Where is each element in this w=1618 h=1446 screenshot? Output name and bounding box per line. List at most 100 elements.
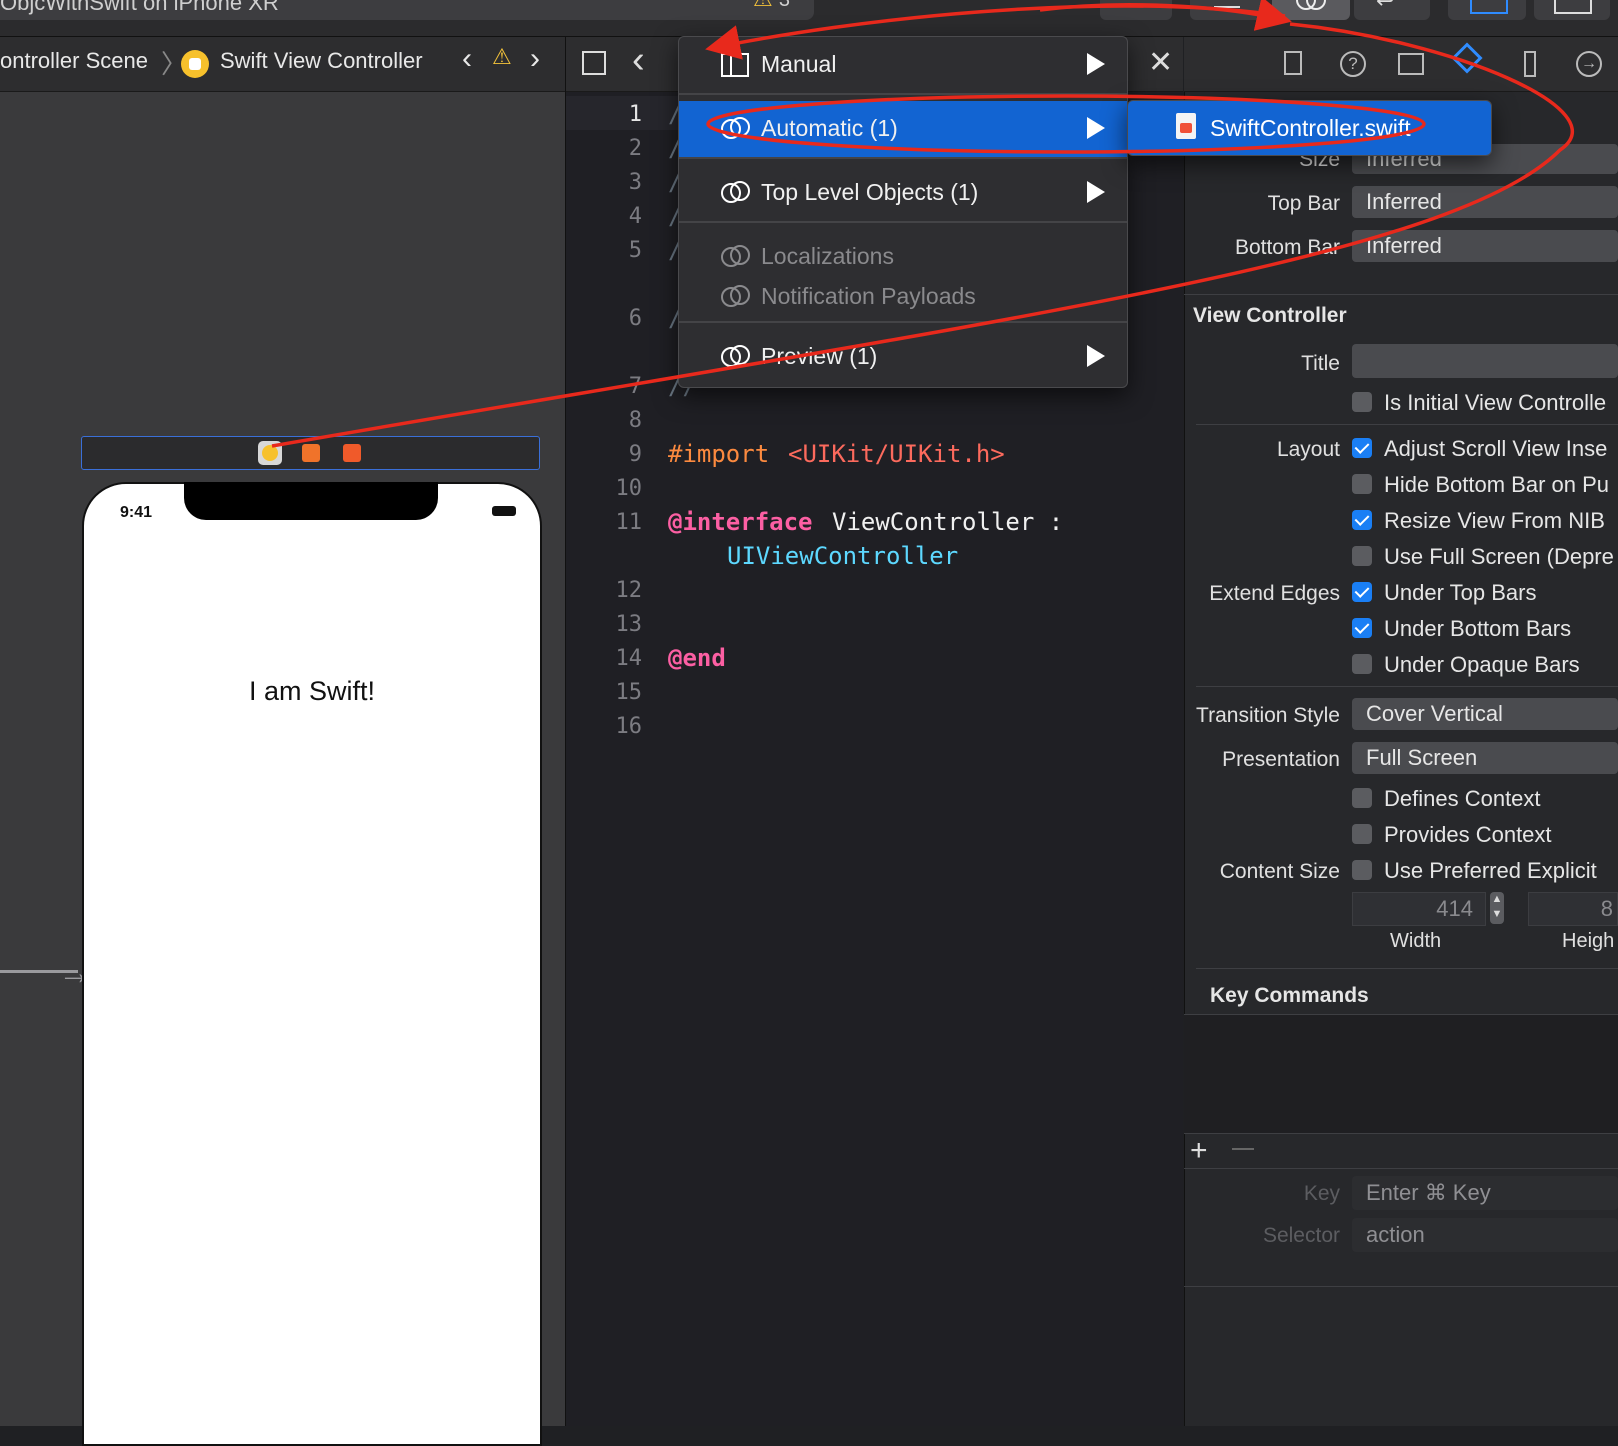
lines-icon — [1214, 6, 1240, 8]
breadcrumb-controller[interactable]: Swift View Controller — [220, 48, 423, 74]
menu-item-manual[interactable]: Manual — [679, 37, 1127, 93]
full-screen-checkbox[interactable] — [1352, 546, 1372, 566]
link-rings-icon — [721, 117, 750, 139]
swift-label[interactable]: I am Swift! — [84, 676, 540, 707]
line-number: 13 — [615, 612, 643, 637]
line-number: 11 — [615, 510, 643, 535]
connections-inspector-icon[interactable]: → — [1576, 51, 1602, 77]
menu-item-label: Automatic (1) — [761, 115, 898, 141]
link-rings-icon — [721, 345, 750, 367]
provides-context-checkbox[interactable] — [1352, 824, 1372, 844]
menu-item-top-level-objects[interactable]: Top Level Objects (1) — [679, 165, 1127, 221]
height-field[interactable]: 8 — [1528, 892, 1618, 926]
view-controller-dock-icon[interactable] — [258, 441, 282, 465]
first-responder-icon[interactable] — [302, 444, 320, 462]
line-number: 14 — [615, 646, 643, 671]
defines-context-label: Defines Context — [1384, 786, 1541, 811]
divider — [1184, 1168, 1618, 1169]
bottom-bar-popup[interactable]: Inferred — [1352, 230, 1618, 262]
width-stepper[interactable]: ▲ ▼ — [1490, 892, 1504, 924]
menu-item-automatic[interactable]: Automatic (1) — [679, 101, 1127, 157]
line-number: 1 — [628, 102, 642, 127]
hide-bottom-bar-checkbox[interactable] — [1352, 474, 1372, 494]
battery-icon — [492, 506, 516, 516]
width-field[interactable]: 414 — [1352, 892, 1486, 926]
layout-option-label: Hide Bottom Bar on Pu — [1384, 472, 1610, 497]
library-button[interactable] — [1100, 0, 1172, 20]
defines-context-checkbox[interactable] — [1352, 788, 1372, 808]
add-icon[interactable]: + — [1190, 1134, 1208, 1168]
attributes-inspector-icon[interactable] — [1451, 42, 1483, 74]
menu-separator — [679, 93, 1127, 95]
back-forward-button[interactable]: ↩ — [1354, 0, 1430, 20]
automatic-submenu[interactable]: SwiftController.swift — [1127, 100, 1492, 156]
transition-style-popup[interactable]: Cover Vertical — [1352, 698, 1618, 730]
menu-item-notification-payloads: Notification Payloads — [679, 269, 1127, 309]
line-number: 3 — [628, 170, 642, 195]
is-initial-checkbox[interactable] — [1352, 392, 1372, 412]
identity-inspector-icon[interactable] — [1398, 53, 1424, 75]
iphone-frame[interactable]: 9:41 I am Swift! — [82, 482, 542, 1446]
remove-icon[interactable] — [1232, 1148, 1254, 1150]
line-number: 15 — [615, 680, 643, 705]
under-bottom-bars-checkbox[interactable] — [1352, 618, 1372, 638]
menu-separator — [679, 157, 1127, 159]
return-arrow-icon: ↩ — [1376, 0, 1395, 13]
line-number: 2 — [628, 136, 642, 161]
related-items-button[interactable] — [1272, 0, 1350, 20]
menu-item-preview[interactable]: Preview (1) — [679, 329, 1127, 385]
code-superclass: UIViewController — [727, 542, 959, 570]
divider — [1196, 686, 1618, 687]
split-view-icon — [721, 53, 749, 77]
toggle-navigator-button[interactable] — [1448, 0, 1526, 20]
under-opaque-bars-checkbox[interactable] — [1352, 654, 1372, 674]
presentation-popup[interactable]: Full Screen — [1352, 742, 1618, 774]
is-initial-label: Is Initial View Controlle — [1384, 390, 1607, 415]
code-import-keyword: #import — [668, 440, 770, 468]
divider — [1196, 968, 1618, 969]
section-title-key-commands: Key Commands — [1210, 984, 1369, 1007]
under-top-bars-checkbox[interactable] — [1352, 582, 1372, 602]
exit-icon[interactable] — [343, 444, 361, 462]
scene-dock[interactable] — [81, 436, 540, 470]
selector-field[interactable]: action — [1352, 1218, 1618, 1252]
link-rings-icon — [721, 181, 750, 203]
adjust-scroll-checkbox[interactable] — [1352, 438, 1372, 458]
layout-option-label: Use Full Screen (Depre — [1384, 544, 1614, 569]
warning-icon[interactable]: ⚠ — [492, 44, 512, 70]
toggle-inspector-button[interactable] — [1534, 0, 1610, 20]
bottom-bar-label: Bottom Bar — [1234, 236, 1340, 259]
top-bar-label: Top Bar — [1267, 192, 1340, 215]
resize-view-checkbox[interactable] — [1352, 510, 1372, 530]
key-label: Key — [1303, 1182, 1340, 1205]
key-commands-list[interactable] — [1184, 1014, 1618, 1134]
warning-icon[interactable]: ⚠ 3 — [753, 0, 790, 12]
file-inspector-icon[interactable] — [1284, 51, 1302, 75]
submenu-arrow-icon — [1087, 345, 1105, 367]
key-field[interactable]: Enter ⌘ Key — [1352, 1176, 1618, 1210]
title-label: Title — [1301, 352, 1340, 375]
submenu-arrow-icon — [1087, 117, 1105, 139]
menu-separator — [679, 321, 1127, 323]
grid-icon[interactable] — [582, 51, 606, 75]
line-number: 10 — [615, 476, 643, 501]
next-issue-chevron-icon[interactable]: › — [530, 42, 540, 76]
top-bar-popup[interactable]: Inferred — [1352, 186, 1618, 218]
window-toolbar: ObjcWithSwift on iPhone XR ⚠ 3 ↩ — [0, 0, 1618, 37]
panel-right-icon — [1554, 0, 1592, 14]
size-inspector-icon[interactable] — [1524, 51, 1536, 77]
back-chevron-icon[interactable]: ‹ — [632, 39, 645, 82]
extend-option-label: Under Top Bars — [1384, 580, 1537, 605]
help-icon[interactable]: ? — [1340, 51, 1366, 77]
close-icon[interactable]: ✕ — [1148, 45, 1173, 80]
breadcrumb-scene[interactable]: ontroller Scene — [0, 48, 148, 74]
menu-separator — [679, 221, 1127, 223]
prev-issue-chevron-icon[interactable]: ‹ — [462, 42, 472, 76]
warning-count: 3 — [778, 0, 790, 11]
line-number: 7 — [628, 374, 642, 399]
editor-options-button[interactable] — [1190, 0, 1262, 20]
width-caption: Width — [1390, 930, 1442, 952]
use-preferred-checkbox[interactable] — [1352, 860, 1372, 880]
title-field[interactable] — [1352, 344, 1618, 378]
selector-label: Selector — [1262, 1224, 1340, 1247]
